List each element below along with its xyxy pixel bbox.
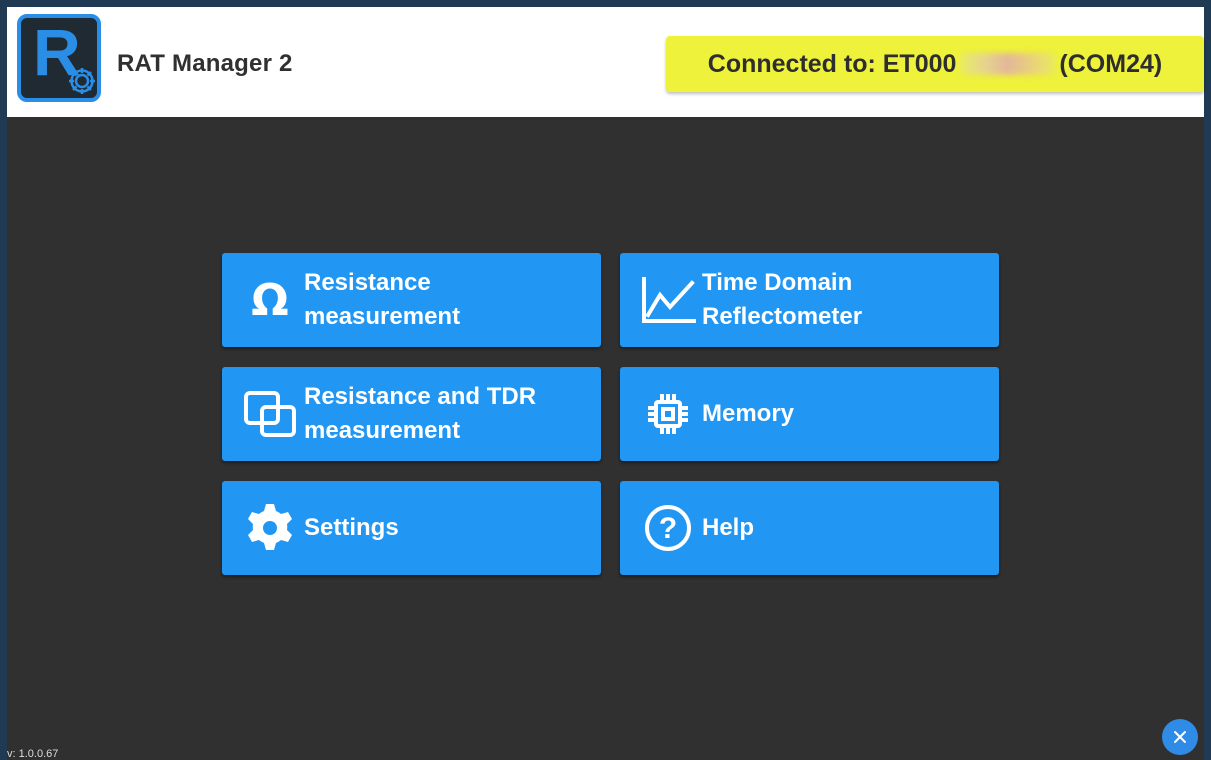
connection-port: (COM24) (1059, 49, 1163, 78)
question-circle-icon: ? (640, 500, 696, 556)
close-button[interactable] (1162, 719, 1198, 755)
logo-gear-icon (69, 68, 95, 94)
omega-icon: Ω (251, 274, 289, 326)
tile-label: Resistance measurement (304, 269, 461, 330)
help-button[interactable]: ? Help (620, 481, 999, 575)
redacted-serial (960, 53, 1056, 75)
app-window: R RAT Manager 2 Connected to: ET000 (COM… (0, 0, 1211, 760)
tile-label: Time Domain Reflectometer (702, 269, 863, 330)
tile-label: Memory (702, 400, 795, 427)
resistance-measurement-button[interactable]: Ω Resistance measurement (222, 253, 601, 347)
line-chart-icon (640, 272, 696, 328)
header-bar: R RAT Manager 2 Connected to: ET000 (COM… (7, 7, 1204, 117)
close-icon (1174, 731, 1186, 743)
overlapping-squares-icon (242, 386, 298, 442)
tile-label: Help (702, 514, 755, 541)
resistance-and-tdr-button[interactable]: Resistance and TDR measurement (222, 367, 601, 461)
app-logo: R (17, 14, 101, 102)
time-domain-reflectometer-button[interactable]: Time Domain Reflectometer (620, 253, 999, 347)
connection-prefix: Connected to: ET000 (707, 49, 957, 78)
memory-button[interactable]: Memory (620, 367, 999, 461)
chip-icon (640, 386, 696, 442)
tile-label: Resistance and TDR measurement (304, 383, 537, 444)
tile-label: Settings (304, 514, 399, 541)
connection-status-badge: Connected to: ET000 (COM24) (666, 36, 1204, 92)
app-title: RAT Manager 2 (117, 50, 293, 77)
settings-button[interactable]: Settings (222, 481, 601, 575)
svg-text:?: ? (659, 512, 677, 545)
gear-icon (242, 500, 298, 556)
version-label: v: 1.0.0.67 (7, 748, 59, 760)
